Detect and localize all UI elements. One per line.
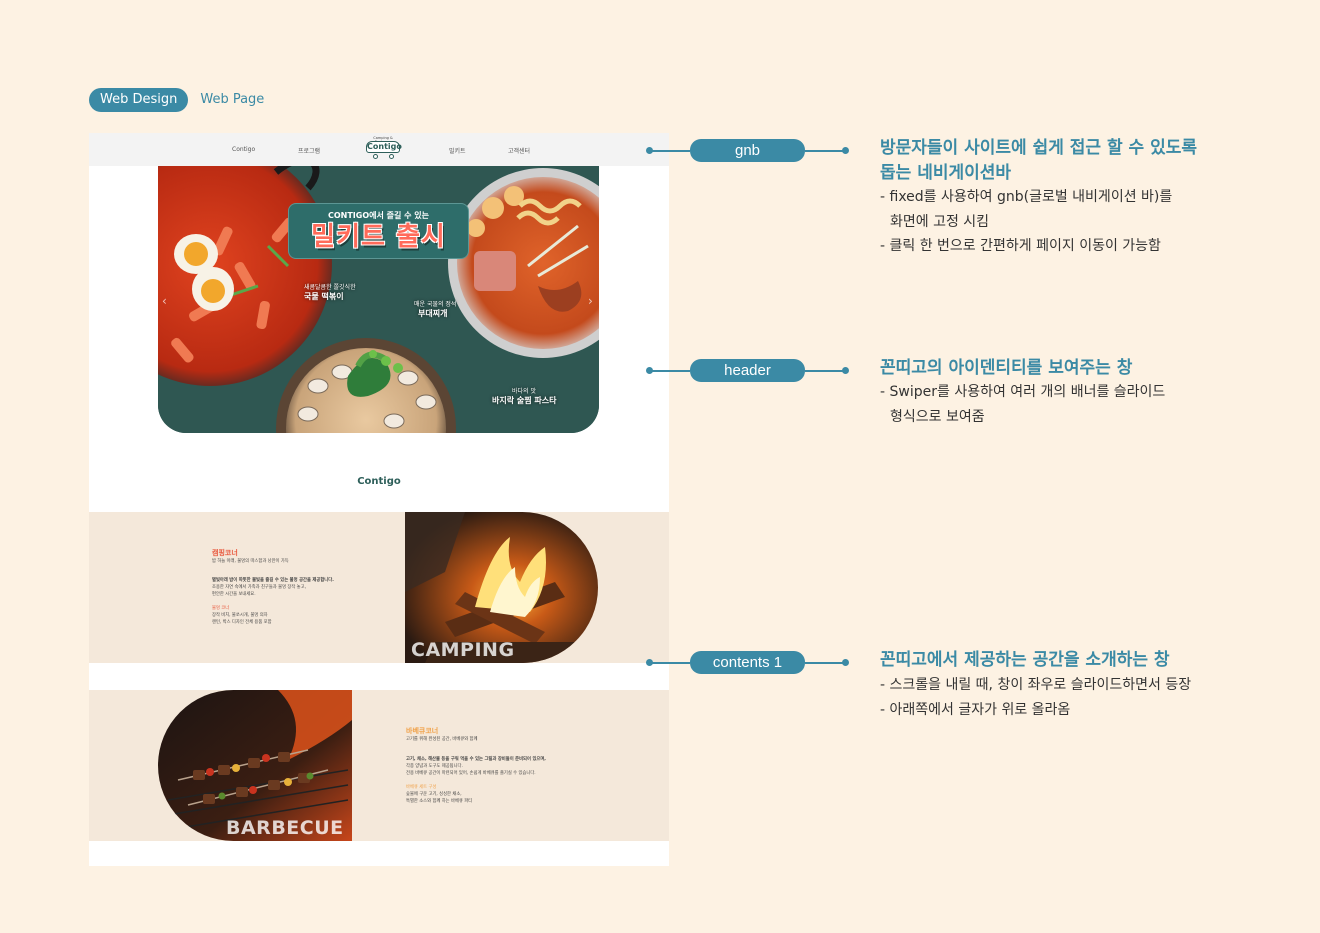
- chevron-right-icon[interactable]: ›: [588, 294, 593, 308]
- camping-line: 별빛아래 밤이 따뜻한 불빛을 즐길 수 있는 불멍 공간을 제공합니다.: [212, 578, 334, 583]
- brand-title: Contigo: [357, 476, 401, 487]
- gnb-desc-line: 화면에 고정 시킴: [890, 214, 990, 230]
- camping-title: 캠핑코너: [212, 549, 238, 557]
- camping-extra: 장작 비치, 불쏘시개, 불멍 의자: [212, 613, 268, 618]
- hero-banner[interactable]: CONTIGO에서 즐길 수 있는 밀키트 출시 새콤달콤한 쫄깃식한 국물 떡…: [158, 166, 599, 433]
- gnb-title-line: 방문자들이 사이트에 쉽게 접근 할 수 있도록: [880, 138, 1198, 158]
- label-contents-1: contents 1: [690, 651, 805, 674]
- connector-dot-icon: [842, 147, 849, 154]
- connector-line: [805, 150, 845, 152]
- tab-web-page[interactable]: Web Page: [200, 88, 264, 112]
- gnb-item-mealkit[interactable]: 밀키트: [449, 146, 466, 155]
- camping-extra: 랜턴, 박스 디자인 전체 용품 포함: [212, 620, 272, 625]
- header-desc-line: - Swiper를 사용하여 여러 개의 배너를 슬라이드: [880, 384, 1166, 400]
- barbecue-accent: 바베큐 세트 구성: [406, 785, 437, 790]
- connector-dot-icon: [842, 367, 849, 374]
- logo-wheel-icon: [389, 154, 394, 159]
- barbecue-line: 고기, 채소, 해산물 등을 구워 먹을 수 있는 그릴과 장비들이 준비되어 …: [406, 757, 546, 762]
- caption-small: 바다의 맛: [512, 388, 536, 395]
- connector-line: [805, 370, 845, 372]
- camping-photo-word: CAMPING: [411, 639, 515, 661]
- hero-title: 밀키트 출시: [311, 222, 446, 252]
- contents-desc-line: - 스크롤을 내릴 때, 창이 좌우로 슬라이드하면서 등장: [880, 677, 1192, 693]
- gnb-desc-line: - 클릭 한 번으로 간편하게 페이지 이동이 가능함: [880, 238, 1161, 254]
- barbecue-photo: BARBECUE: [158, 690, 352, 841]
- gnb-desc-line: - fixed를 사용하여 gnb(글로벌 내비게이션 바)를: [880, 189, 1173, 205]
- barbecue-photo-word: BARBECUE: [226, 817, 344, 839]
- tab-web-design[interactable]: Web Design: [89, 88, 189, 112]
- connector-line: [805, 662, 845, 664]
- caption-title: 부대찌개: [418, 309, 448, 318]
- caption-small: 매운 국물의 정석: [414, 301, 457, 308]
- caption-small: 새콤달콤한 쫄깃식한: [304, 284, 356, 291]
- site-preview: Contigo 프로그램 Camping & Barbecue Contigo …: [89, 133, 669, 866]
- camping-line: 편안한 시간을 보내세요.: [212, 592, 256, 597]
- camping-photo: CAMPING: [405, 512, 598, 663]
- logo-text: Contigo: [366, 141, 402, 153]
- contents-desc-line: - 아래쪽에서 글자가 위로 올라옴: [880, 702, 1071, 718]
- header-title-line: 꼰띠고의 아이덴티티를 보여주는 창: [880, 358, 1133, 378]
- barbecue-line: 각종 양념과 도구도 제공됩니다.: [406, 764, 463, 769]
- caption-pasta: 바다의 맛 바지락 술찜 파스타: [492, 386, 556, 406]
- barbecue-extra: 숯불에 구운 고기, 싱싱한 채소,: [406, 792, 462, 797]
- camping-line: 조용한 자연 속에서 가족과 친구들과 불멍 장작 놓고,: [212, 585, 306, 590]
- hero-title-box: CONTIGO에서 즐길 수 있는 밀키트 출시: [288, 203, 469, 259]
- gnb-bar: Contigo 프로그램 Camping & Barbecue Contigo …: [89, 133, 669, 166]
- caption-title: 바지락 술찜 파스타: [492, 396, 557, 405]
- gnb-title-line: 돕는 네비게이션바: [880, 163, 1012, 183]
- gnb-item-contigo[interactable]: Contigo: [232, 146, 255, 153]
- logo[interactable]: Camping & Barbecue Contigo: [364, 136, 402, 162]
- chevron-left-icon[interactable]: ‹: [162, 294, 167, 308]
- camping-subtitle: 밤 하늘 아래, 불멍의 따스함과 낭만이 가득: [212, 559, 289, 564]
- label-gnb: gnb: [690, 139, 805, 162]
- barbecue-line: 전용 바베큐 공간이 마련되어 있어, 손쉽게 바베큐를 즐기실 수 있습니다.: [406, 771, 536, 776]
- caption-tteokbokki: 새콤달콤한 쫄깃식한 국물 떡볶이: [304, 282, 356, 302]
- tab-bar: Web Design Web Page: [89, 88, 264, 112]
- gnb-item-program[interactable]: 프로그램: [298, 146, 320, 155]
- connector-line: [650, 370, 690, 372]
- connector-dot-icon: [842, 659, 849, 666]
- contents-title-line: 꼰띠고에서 제공하는 공간을 소개하는 창: [880, 650, 1170, 670]
- barbecue-extra: 특별한 소스와 함께 하는 바베큐 파티: [406, 799, 473, 804]
- caption-budae: 매운 국물의 정석 부대찌개: [414, 299, 456, 319]
- header-desc-line: 형식으로 보여줌: [890, 409, 985, 425]
- connector-line: [650, 150, 690, 152]
- gnb-item-support[interactable]: 고객센터: [508, 146, 530, 155]
- logo-wheel-icon: [373, 154, 378, 159]
- connector-line: [650, 662, 690, 664]
- label-header: header: [690, 359, 805, 382]
- hero-subtitle: CONTIGO에서 즐길 수 있는: [327, 211, 430, 220]
- caption-title: 국물 떡볶이: [304, 292, 344, 301]
- camping-accent: 불멍 코너: [212, 606, 230, 611]
- barbecue-title: 바베큐코너: [406, 727, 439, 735]
- barbecue-subtitle: 고기를 위해 완성된 공간, 바베큐와 함께: [406, 737, 478, 742]
